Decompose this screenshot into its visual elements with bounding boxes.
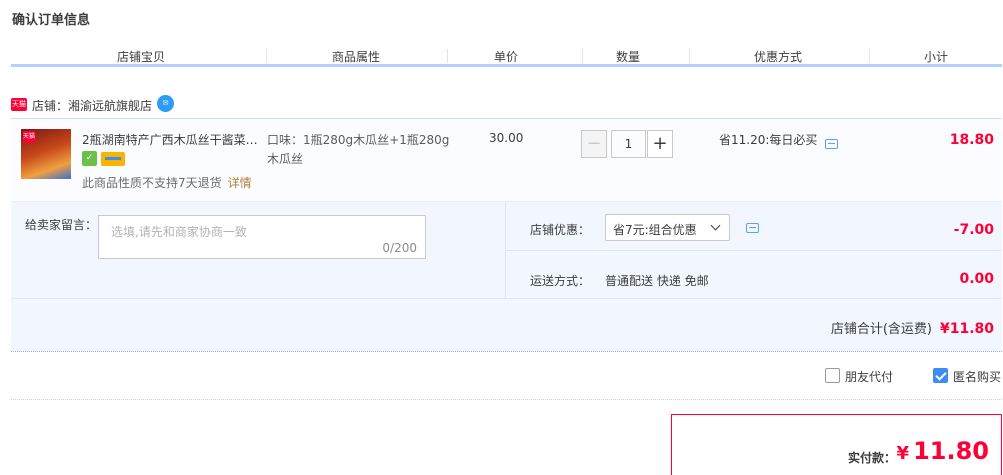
shop-total: 店铺合计(含运费) ¥11.80 bbox=[831, 318, 994, 337]
seller-memo-textarea[interactable]: 选填,请先和商家协商一致 0/200 bbox=[98, 215, 426, 259]
no-return-text: 此商品性质不支持7天退货 bbox=[82, 176, 222, 190]
details-link[interactable]: 详情 bbox=[228, 176, 252, 190]
shipping-amount: 0.00 bbox=[959, 271, 994, 287]
product-name-link[interactable]: 2瓶湖南特产广西木瓜丝干酱菜下饭菜 bbox=[82, 131, 262, 148]
anonymous-buy-checkbox[interactable] bbox=[933, 368, 948, 383]
column-header-subtotal: 小计 bbox=[923, 50, 948, 64]
no-return-notice: 此商品性质不支持7天退货 详情 bbox=[82, 174, 252, 191]
product-thumbnail[interactable]: 天猫 bbox=[21, 129, 71, 179]
column-divider bbox=[266, 49, 267, 63]
payment-label: 实付款： bbox=[848, 451, 897, 465]
shop-name[interactable]: 店铺：湘渝远航旗舰店 bbox=[32, 97, 152, 114]
payment-amount-value: 11.80 bbox=[913, 437, 989, 465]
product-attribute: 口味：1瓶280g木瓜丝+1瓶280g木瓜丝 bbox=[267, 133, 450, 166]
tmall-icon: 天猫 bbox=[23, 131, 35, 143]
decrease-quantity-button[interactable]: − bbox=[581, 130, 607, 158]
increase-quantity-button[interactable]: + bbox=[647, 130, 673, 158]
column-header-attribute: 商品属性 bbox=[331, 50, 380, 64]
friend-pay-checkbox[interactable] bbox=[825, 368, 840, 383]
panel-divider bbox=[11, 298, 1002, 299]
anonymous-buy-label[interactable]: 匿名购买 bbox=[953, 368, 1001, 385]
panel-divider bbox=[505, 250, 1002, 251]
quantity-input[interactable]: 1 bbox=[611, 130, 646, 158]
column-divider bbox=[689, 49, 690, 63]
chevron-down-icon bbox=[710, 220, 721, 231]
column-divider bbox=[869, 49, 870, 63]
shipping-label: 运送方式： bbox=[530, 274, 591, 288]
item-subtotal: 18.80 bbox=[949, 132, 994, 148]
promo-comment-icon[interactable] bbox=[825, 139, 838, 149]
memo-label: 给卖家留言： bbox=[25, 218, 98, 232]
shop-discount-amount: -7.00 bbox=[953, 222, 994, 238]
service-guarantee-icon: ✓ bbox=[82, 151, 97, 166]
shop-total-label: 店铺合计(含运费) bbox=[830, 322, 932, 337]
page-title: 确认订单信息 bbox=[12, 13, 91, 28]
shop-total-amount: ¥11.80 bbox=[939, 321, 994, 337]
memo-placeholder: 选填,请先和商家协商一致 bbox=[111, 225, 247, 239]
wangwang-chat-icon[interactable]: ✉ bbox=[157, 95, 174, 112]
table-header: 店铺宝贝 商品属性 单价 数量 优惠方式 小计 bbox=[11, 46, 1002, 67]
unit-price: 30.00 bbox=[489, 131, 524, 145]
shop-discount-label: 店铺优惠： bbox=[530, 223, 591, 237]
tmall-icon: 天猫 bbox=[11, 98, 27, 111]
shipping-method: 普通配送 快递 免邮 bbox=[605, 274, 709, 288]
column-divider bbox=[447, 49, 448, 63]
column-header-promo: 优惠方式 bbox=[753, 50, 802, 64]
currency-symbol: ¥ bbox=[896, 443, 910, 464]
column-header-shop-item: 店铺宝贝 bbox=[116, 50, 165, 64]
column-divider bbox=[582, 49, 583, 63]
friend-pay-label[interactable]: 朋友代付 bbox=[845, 368, 893, 385]
order-item-row: 天猫 2瓶湖南特产广西木瓜丝干酱菜下饭菜 ✓ 此商品性质不支持7天退货 详情 口味… bbox=[11, 118, 1002, 202]
shop-discount-selected: 省7元:组合优惠 bbox=[613, 223, 697, 237]
memo-char-count: 0/200 bbox=[382, 241, 417, 255]
promo-text: 省11.20:每日必买 bbox=[719, 133, 818, 147]
column-header-quantity: 数量 bbox=[615, 50, 640, 64]
payment-amount: ¥11.80 bbox=[897, 437, 989, 465]
shop-discount-select[interactable]: 省7元:组合优惠 bbox=[605, 214, 730, 241]
column-header-price: 单价 bbox=[493, 50, 518, 64]
payment-summary: 实付款： ¥11.80 bbox=[671, 414, 1002, 475]
section-divider bbox=[11, 399, 1002, 400]
order-extras-panel: 给卖家留言： 选填,请先和商家协商一致 0/200 店铺优惠： 省7元:组合优惠… bbox=[11, 202, 1002, 352]
discount-comment-icon[interactable] bbox=[746, 223, 759, 233]
credit-card-icon bbox=[101, 152, 125, 166]
